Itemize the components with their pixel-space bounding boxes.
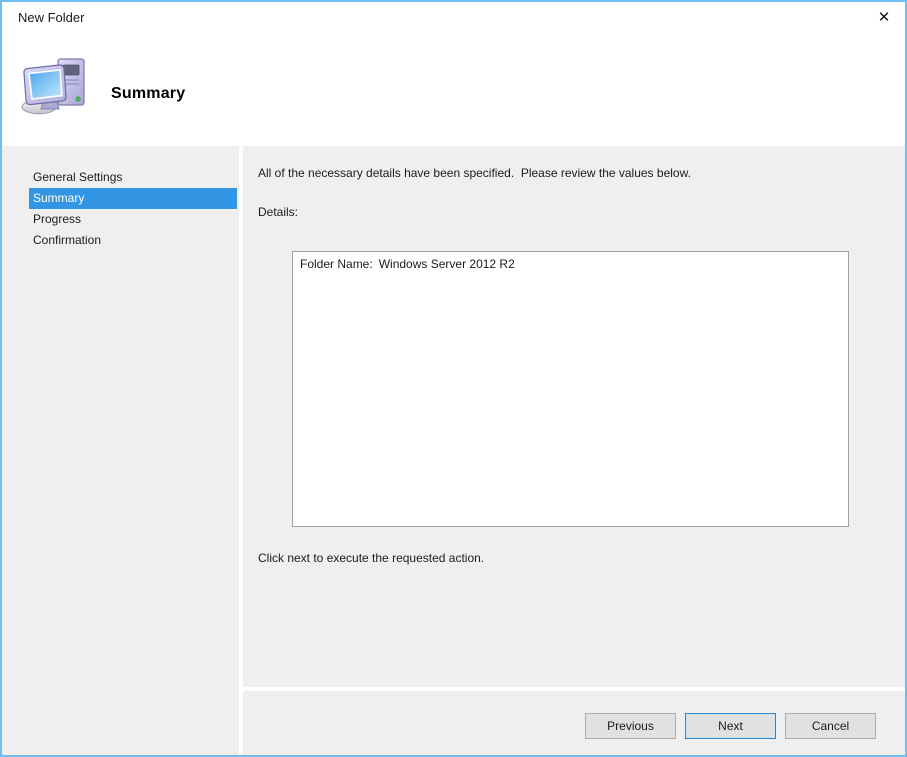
sidebar-item-progress[interactable]: Progress <box>29 209 237 230</box>
horizontal-divider <box>243 687 905 691</box>
close-icon: ✕ <box>878 8 891 26</box>
computer-icon <box>18 57 88 115</box>
close-button[interactable]: ✕ <box>869 4 899 30</box>
intro-text: All of the necessary details have been s… <box>258 166 691 180</box>
previous-button[interactable]: Previous <box>585 713 676 739</box>
sidebar-item-confirmation[interactable]: Confirmation <box>29 230 237 251</box>
footnote-text: Click next to execute the requested acti… <box>258 551 484 565</box>
sidebar-item-general-settings[interactable]: General Settings <box>29 167 237 188</box>
details-line: Folder Name: Windows Server 2012 R2 <box>300 257 848 271</box>
cancel-button[interactable]: Cancel <box>785 713 876 739</box>
details-label: Details: <box>258 205 298 219</box>
sidebar-item-summary[interactable]: Summary <box>29 188 237 209</box>
details-box: Folder Name: Windows Server 2012 R2 <box>292 251 849 527</box>
new-folder-dialog: New Folder ✕ <box>0 0 907 757</box>
page-title: Summary <box>111 85 185 103</box>
detail-value: Windows Server 2012 R2 <box>379 257 515 271</box>
detail-key: Folder Name: <box>300 257 373 271</box>
next-button[interactable]: Next <box>685 713 776 739</box>
window-title: New Folder <box>18 10 84 25</box>
wizard-steps: General Settings Summary Progress Confir… <box>2 167 239 251</box>
vertical-divider <box>239 146 243 755</box>
